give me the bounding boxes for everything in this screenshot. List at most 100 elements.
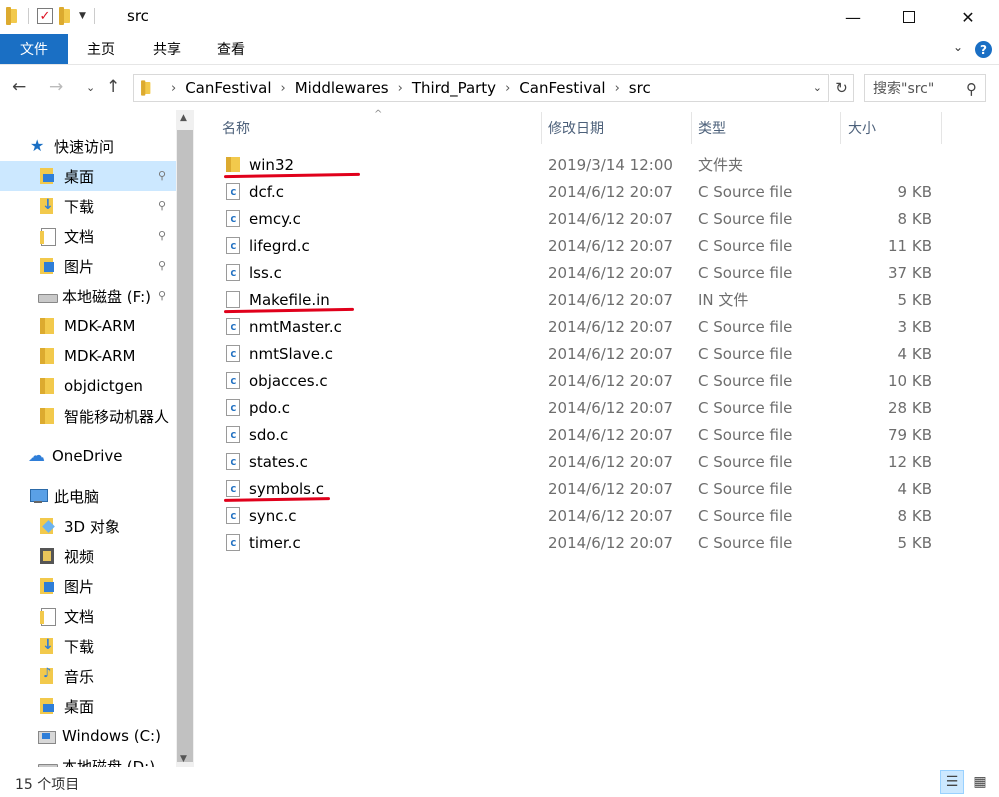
sidebar-item[interactable]: MDK-ARM [0,341,176,371]
tab-file[interactable]: 文件 [0,34,68,64]
pin-icon[interactable]: ⚲ [158,199,166,212]
sidebar-item[interactable]: 下载 [0,631,176,661]
file-date: 2014/6/12 20:07 [548,263,673,282]
file-row[interactable]: timer.c 2014/6/12 20:07 C Source file 5 KB [196,529,999,556]
refresh-button[interactable]: ↻ [830,74,854,102]
sidebar-item[interactable]: 图片 ⚲ [0,251,176,281]
breadcrumb-separator[interactable]: › [398,81,403,96]
sidebar-item[interactable]: 3D 对象 [0,511,176,541]
back-button[interactable]: ← [12,77,26,97]
recent-locations-button[interactable]: ⌄ [86,81,95,94]
expand-ribbon-icon[interactable]: ⌄ [953,40,963,54]
quick-access-toolbar: ✓ ▼ [6,7,97,25]
sidebar-item[interactable]: objdictgen [0,371,176,401]
pin-icon[interactable]: ⚲ [158,169,166,182]
file-row[interactable]: Makefile.in 2014/6/12 20:07 IN 文件 5 KB [196,286,999,314]
column-divider[interactable] [941,112,942,144]
tab-view[interactable]: 查看 [214,34,248,64]
close-button[interactable]: ✕ [945,0,991,34]
help-icon[interactable]: ? [975,41,992,58]
file-row[interactable]: lss.c 2014/6/12 20:07 C Source file 37 KB [196,259,999,286]
sidebar-item-label: 文档 [64,227,95,246]
sidebar-item[interactable]: 此电脑 [0,481,176,511]
downloads-folder-icon [40,637,56,654]
file-name: pdo.c [249,398,290,417]
sidebar-item[interactable]: 桌面 [0,691,176,721]
file-row[interactable]: sync.c 2014/6/12 20:07 C Source file 8 KB [196,502,999,529]
search-input[interactable]: 搜索"src" ⚲ [864,74,986,102]
file-size: 10 KB [888,371,932,390]
large-icons-view-icon[interactable]: ▦ [968,770,992,794]
address-dropdown-icon[interactable]: ⌄ [813,81,822,94]
address-bar[interactable]: › CanFestival › Middlewares › Third_Part… [133,74,829,102]
sidebar-item[interactable]: ★ 快速访问 [0,131,176,161]
breadcrumb-separator[interactable]: › [281,81,286,96]
file-row[interactable]: objacces.c 2014/6/12 20:07 C Source file 10… [196,367,999,394]
file-row[interactable]: nmtMaster.c 2014/6/12 20:07 C Source file 3… [196,313,999,340]
breadcrumb-separator[interactable]: › [171,81,176,96]
file-date: 2014/6/12 20:07 [548,425,673,444]
sidebar-item[interactable]: ☁ OneDrive [0,441,176,471]
sidebar-item[interactable]: Windows (C:) [0,721,176,751]
sidebar-scrollbar[interactable]: ▲ ▼ [176,110,194,767]
sidebar-item[interactable]: 智能移动机器人 [0,401,176,431]
tab-share[interactable]: 共享 [150,34,184,64]
file-row[interactable]: lifegrd.c 2014/6/12 20:07 C Source file 11 … [196,232,999,259]
file-row[interactable]: states.c 2014/6/12 20:07 C Source file 12 K… [196,448,999,475]
tab-home[interactable]: 主页 [84,34,118,64]
pin-icon[interactable]: ⚲ [158,229,166,242]
file-size: 79 KB [888,425,932,444]
pin-icon[interactable]: ⚲ [158,259,166,272]
sidebar-item[interactable]: 本地磁盘 (D:) [0,751,176,767]
scrollbar-thumb[interactable] [177,130,193,762]
sidebar-item[interactable]: 视频 [0,541,176,571]
file-row[interactable]: dcf.c 2014/6/12 20:07 C Source file 9 KB [196,178,999,205]
file-row[interactable]: sdo.c 2014/6/12 20:07 C Source file 79 KB [196,421,999,448]
column-header-date[interactable]: 修改日期 [548,110,604,146]
sidebar-item[interactable]: MDK-ARM [0,311,176,341]
search-icon[interactable]: ⚲ [966,80,977,98]
column-header-size[interactable]: 大小 [848,110,876,146]
sidebar-item[interactable]: 本地磁盘 (F:) ⚲ [0,281,176,311]
customize-toolbar-icon[interactable]: ▼ [79,11,86,21]
file-row[interactable]: emcy.c 2014/6/12 20:07 C Source file 8 KB [196,205,999,232]
documents-folder-icon [40,228,56,246]
file-row[interactable]: win32 2019/3/14 12:00 文件夹 [196,151,999,179]
column-divider[interactable] [840,112,841,144]
pin-icon[interactable]: ⚲ [158,289,166,302]
column-header-name[interactable]: 名称 [222,110,250,146]
column-divider[interactable] [691,112,692,144]
sidebar-item[interactable]: 下载 ⚲ [0,191,176,221]
scroll-down-icon[interactable]: ▼ [180,754,187,764]
breadcrumb-item[interactable]: Middlewares [295,79,389,97]
breadcrumb-item[interactable]: src [629,79,651,97]
minimize-button[interactable]: — [830,0,876,34]
file-row[interactable]: pdo.c 2014/6/12 20:07 C Source file 28 KB [196,394,999,421]
properties-icon[interactable]: ✓ [37,8,53,24]
details-view-icon[interactable]: ☰ [940,770,964,794]
breadcrumb-item[interactable]: CanFestival [519,79,605,97]
breadcrumb-separator[interactable]: › [615,81,620,96]
forward-button[interactable]: → [49,77,63,97]
scroll-up-icon[interactable]: ▲ [180,113,187,123]
maximize-button[interactable] [886,0,932,34]
file-row[interactable]: nmtSlave.c 2014/6/12 20:07 C Source file 4 … [196,340,999,367]
breadcrumb-item[interactable]: Third_Party [412,79,496,97]
column-divider[interactable] [541,112,542,144]
sidebar-item[interactable]: 文档 ⚲ [0,221,176,251]
sidebar-item[interactable]: 音乐 [0,661,176,691]
c-file-icon [226,318,240,335]
file-type: C Source file [698,452,793,471]
file-row[interactable]: symbols.c2014/6/12 20:07C Source file4 K… [196,475,999,502]
sidebar-item-label: 文档 [64,607,95,626]
new-folder-icon[interactable] [59,7,73,25]
3d-objects-icon [40,518,56,534]
sidebar-item[interactable]: 图片 [0,571,176,601]
up-button[interactable]: ↑ [106,77,120,97]
column-header-type[interactable]: 类型 [698,110,726,146]
breadcrumb-item[interactable]: CanFestival [185,79,271,97]
sidebar-item[interactable]: 文档 [0,601,176,631]
breadcrumb-separator[interactable]: › [505,81,510,96]
sidebar-item[interactable]: 桌面 ⚲ [0,161,176,191]
sidebar-item-label: 音乐 [64,667,95,686]
